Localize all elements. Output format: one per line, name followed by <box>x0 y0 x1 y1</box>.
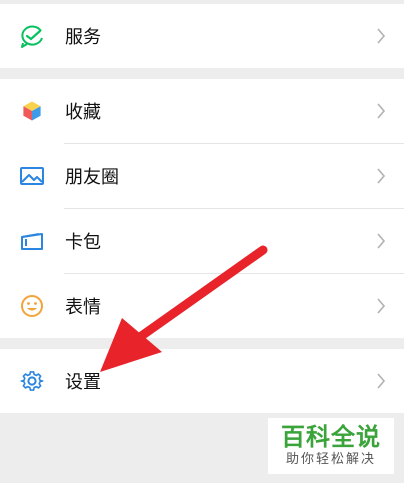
gear-icon <box>19 368 45 394</box>
menu-item-stickers[interactable]: 表情 <box>0 274 404 338</box>
card-wallet-icon <box>19 228 45 254</box>
service-icon <box>19 23 45 49</box>
section-separator <box>0 338 404 349</box>
menu-item-label: 收藏 <box>65 102 101 123</box>
chevron-right-icon <box>376 28 386 44</box>
watermark-title: 百科全说 <box>281 423 381 451</box>
chevron-right-icon <box>376 103 386 119</box>
menu-item-label: 设置 <box>65 372 101 393</box>
menu-item-label: 朋友圈 <box>65 167 119 188</box>
menu-item-label: 卡包 <box>65 232 101 253</box>
menu-item-settings[interactable]: 设置 <box>0 349 404 413</box>
menu-item-label: 服务 <box>65 27 101 48</box>
menu-item-moments[interactable]: 朋友圈 <box>0 144 404 208</box>
menu-item-services[interactable]: 服务 <box>0 4 404 68</box>
emoji-smile-icon <box>19 293 45 319</box>
chevron-right-icon <box>376 233 386 249</box>
chevron-right-icon <box>376 168 386 184</box>
section-separator <box>0 68 404 79</box>
group-services: 服务 <box>0 4 404 68</box>
menu-item-favorites[interactable]: 收藏 <box>0 79 404 143</box>
menu-item-card-wallet[interactable]: 卡包 <box>0 209 404 273</box>
watermark-subtitle: 助你轻松解决 <box>285 452 376 467</box>
group-settings: 设置 <box>0 349 404 413</box>
chevron-right-icon <box>376 298 386 314</box>
chevron-right-icon <box>376 373 386 389</box>
favorites-cube-icon <box>19 98 45 124</box>
menu-item-label: 表情 <box>65 297 101 318</box>
moments-photo-icon <box>19 163 45 189</box>
watermark-logo: 百科全说 助你轻松解决 <box>268 418 394 474</box>
group-personal: 收藏 朋友圈 卡包 表情 <box>0 79 404 338</box>
